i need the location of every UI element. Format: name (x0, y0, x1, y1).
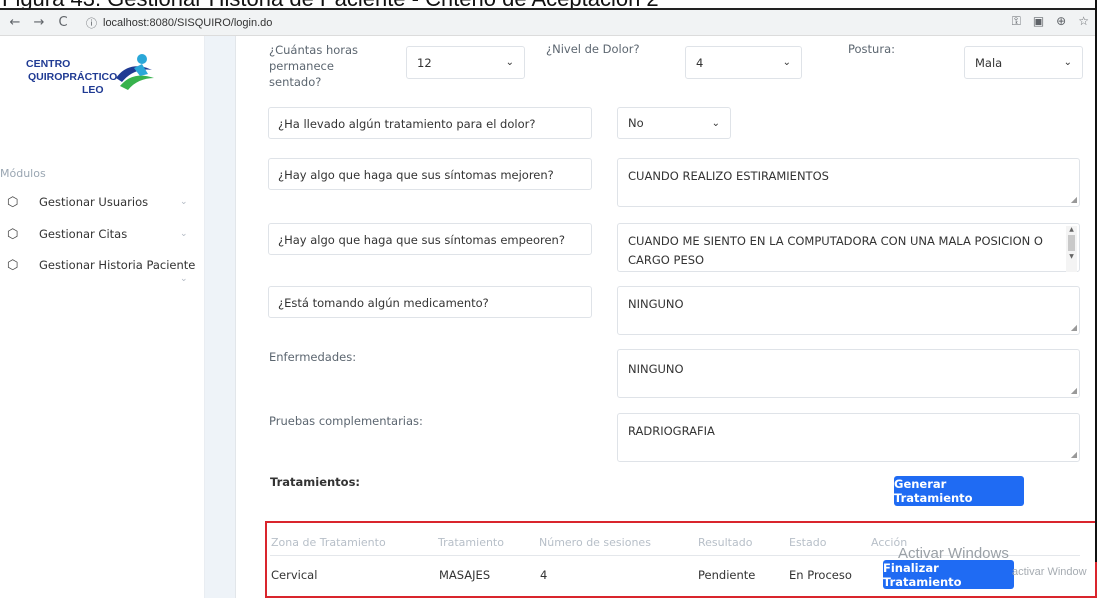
pain-label: ¿Nivel de Dolor? (546, 42, 640, 56)
chevron-down-icon: ⌄ (505, 57, 514, 68)
sidebar-item-usuarios[interactable]: ⬡ Gestionar Usuarios ⌄ (0, 190, 205, 214)
hours-select[interactable]: 12 ⌄ (406, 46, 525, 79)
sidebar: CENTRO QUIROPRÁCTICO LEO Módulos ⬡ Gesti… (0, 36, 205, 598)
logo-line1: CENTRO (26, 58, 71, 70)
treatment-question: ¿Ha llevado algún tratamiento para el do… (268, 107, 592, 139)
modules-heading: Módulos (0, 167, 46, 180)
sidebar-item-citas[interactable]: ⬡ Gestionar Citas ⌄ (0, 222, 205, 246)
col-header-estado: Estado (789, 536, 827, 549)
posture-select[interactable]: Mala ⌄ (964, 46, 1083, 79)
finish-treatment-button[interactable]: Finalizar Tratamiento (883, 560, 1014, 589)
resize-handle-icon[interactable]: ◢ (1071, 387, 1077, 395)
chevron-down-icon: ⌄ (1063, 57, 1072, 68)
better-textarea[interactable]: CUANDO REALIZO ESTIRAMIENTOS ◢ (617, 158, 1080, 207)
windows-watermark-sub: activar Window (1012, 566, 1087, 578)
translate-icon[interactable]: ▣ (1033, 14, 1044, 29)
zoom-icon[interactable]: ⊕ (1056, 14, 1066, 29)
col-header-resultado: Resultado (698, 536, 753, 549)
bookmark-star-icon[interactable]: ☆ (1078, 14, 1089, 29)
better-question: ¿Hay algo que haga que sus síntomas mejo… (268, 158, 592, 190)
tests-label: Pruebas complementarias: (269, 414, 423, 428)
resize-handle-icon[interactable]: ◢ (1071, 451, 1077, 459)
logo-figure-icon (116, 54, 154, 90)
resize-handle-icon[interactable]: ◢ (1071, 324, 1077, 332)
cell-tratamiento: MASAJES (439, 568, 491, 582)
treatments-heading: Tratamientos: (270, 475, 361, 489)
chevron-down-icon: ⌄ (711, 117, 720, 129)
sidebar-item-historia[interactable]: ⬡ Gestionar Historia Paciente (0, 253, 205, 277)
diseases-label: Enfermedades: (269, 350, 357, 364)
cell-sesiones: 4 (540, 568, 548, 582)
treatment-select[interactable]: No ⌄ (617, 107, 731, 139)
tests-textarea[interactable]: RADRIOGRAFIA ◢ (617, 413, 1080, 462)
resize-handle-icon[interactable]: ◢ (1071, 196, 1077, 204)
col-header-tratamiento: Tratamiento (438, 536, 504, 549)
reload-icon[interactable]: C (54, 15, 72, 30)
pain-select[interactable]: 4 ⌄ (685, 46, 802, 79)
address-bar[interactable]: localhost:8080/SISQUIRO/login.do (103, 17, 272, 29)
scroll-up-icon[interactable]: ▲ (1066, 226, 1077, 233)
diseases-textarea[interactable]: NINGUNO ◢ (617, 349, 1080, 398)
generate-treatment-button[interactable]: Generar Tratamiento (894, 476, 1024, 506)
content-gutter (205, 36, 235, 598)
cube-icon: ⬡ (7, 257, 19, 273)
chevron-down-icon: ⌄ (782, 57, 791, 68)
cell-zona: Cervical (271, 568, 318, 582)
worse-textarea[interactable]: CUANDO ME SIENTO EN LA COMPUTADORA CON U… (617, 223, 1080, 272)
key-icon[interactable]: ⚿ (1012, 14, 1021, 29)
figure-caption: Figura 43. Gestionar Historia de Pacient… (0, 0, 1097, 8)
chevron-down-icon: ⌄ (180, 274, 188, 284)
scroll-down-icon[interactable]: ▼ (1066, 253, 1077, 260)
meds-textarea[interactable]: NINGUNO ◢ (617, 286, 1080, 335)
meds-question: ¿Está tomando algún medicamento? (268, 286, 592, 318)
forward-icon[interactable]: → (30, 15, 48, 30)
cube-icon: ⬡ (7, 226, 19, 242)
cell-resultado: Pendiente (698, 568, 756, 582)
back-icon[interactable]: ← (6, 15, 24, 30)
logo-line3: LEO (82, 84, 104, 96)
col-header-zona: Zona de Tratamiento (271, 536, 386, 549)
textarea-scrollbar[interactable]: ▲ ▼ (1066, 226, 1077, 272)
posture-label: Postura: (848, 42, 895, 56)
hours-label: ¿Cuántas horas permanece sentado? (269, 43, 359, 89)
logo[interactable]: CENTRO QUIROPRÁCTICO LEO (26, 54, 154, 97)
cell-estado: En Proceso (789, 568, 852, 582)
browser-toolbar: ← → C ⓘ localhost:8080/SISQUIRO/login.do… (0, 8, 1097, 36)
scroll-thumb[interactable] (1068, 235, 1075, 251)
cube-icon: ⬡ (7, 194, 19, 210)
col-header-sesiones: Número de sesiones (539, 536, 651, 549)
info-icon[interactable]: ⓘ (86, 15, 97, 31)
chevron-down-icon: ⌄ (180, 197, 188, 207)
logo-line2: QUIROPRÁCTICO (28, 71, 118, 83)
worse-question: ¿Hay algo que haga que sus síntomas empe… (268, 223, 592, 255)
chevron-down-icon: ⌄ (180, 229, 188, 239)
